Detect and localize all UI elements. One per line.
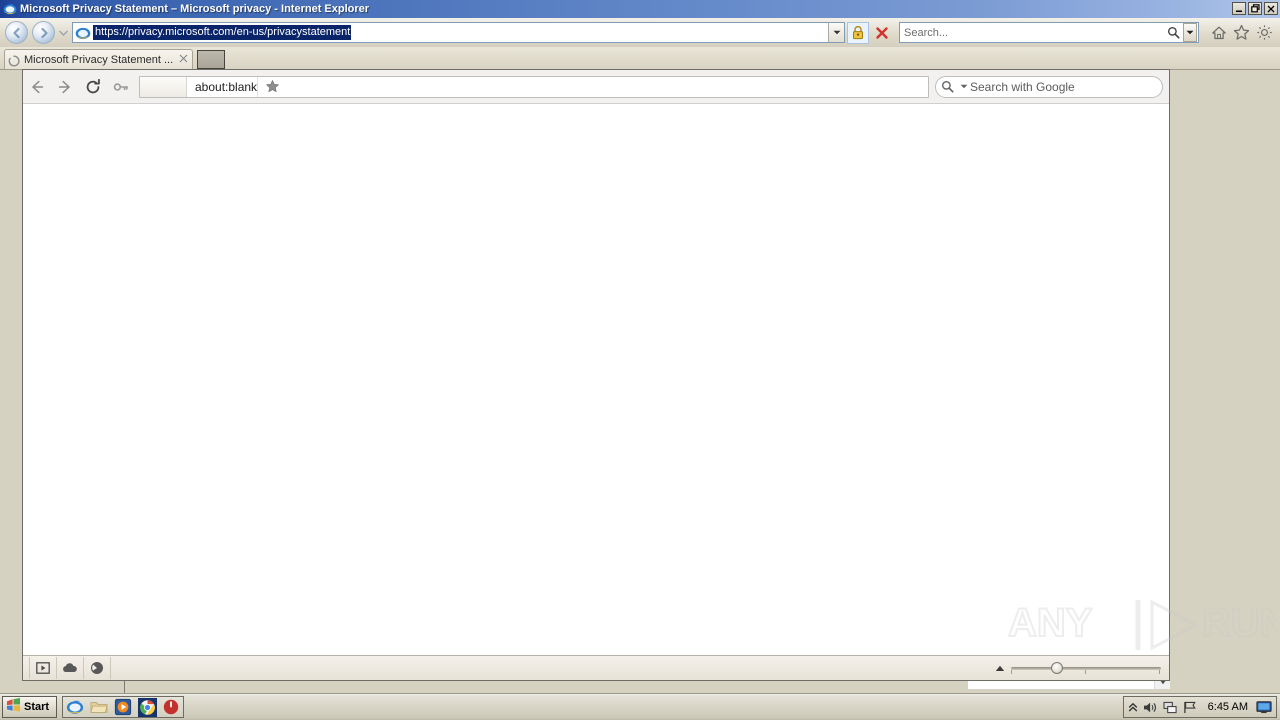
forward-arrow-icon[interactable] <box>51 73 79 101</box>
ie-url-text: https://privacy.microsoft.com/en-us/priv… <box>93 25 352 40</box>
zoom-slider[interactable] <box>1011 659 1161 677</box>
magnifier-icon[interactable] <box>1163 26 1183 39</box>
chrome-search-widget[interactable]: Search with Google <box>935 75 1163 98</box>
minimize-icon[interactable] <box>1232 2 1246 15</box>
speaker-icon[interactable] <box>1143 701 1158 714</box>
chevron-down-icon[interactable] <box>958 84 970 89</box>
start-label: Start <box>24 701 50 713</box>
stop-x-icon[interactable] <box>871 22 893 44</box>
reload-icon[interactable] <box>79 73 107 101</box>
zoom-slider-knob[interactable] <box>1051 662 1063 674</box>
quick-launch-bar <box>62 696 185 718</box>
back-arrow-icon[interactable] <box>5 21 28 44</box>
ie-tab-label: Microsoft Privacy Statement ... <box>24 53 174 66</box>
windows-taskbar: Start 6:45 AM <box>0 693 1280 720</box>
internet-explorer-window: Microsoft Privacy Statement – Microsoft … <box>0 0 1280 694</box>
chrome-toolbar: about:blank Search with Google <box>23 70 1169 104</box>
chrome-status-bar <box>23 655 1169 680</box>
ie-window-controls <box>1232 2 1278 15</box>
play-box-icon[interactable] <box>29 657 57 679</box>
ie-search-dropdown-icon[interactable] <box>1183 23 1197 42</box>
windows-flag-icon <box>6 697 21 717</box>
shutdown-power-icon[interactable] <box>159 697 183 717</box>
ie-tab-strip: Microsoft Privacy Statement ... <box>0 47 1280 70</box>
chrome-page-content <box>23 104 1169 654</box>
tools-gear-icon[interactable] <box>1253 21 1276 44</box>
screen-root: Microsoft Privacy Statement – Microsoft … <box>0 0 1280 720</box>
chrome-url-text: about:blank <box>195 79 258 94</box>
tray-clock[interactable]: 6:45 AM <box>1208 701 1248 713</box>
chrome-search-input[interactable]: Search with Google <box>970 80 1075 94</box>
close-icon[interactable] <box>1264 2 1278 15</box>
page-action-box <box>140 76 187 97</box>
flag-icon[interactable] <box>1183 701 1197 714</box>
zoom-slider-track <box>1011 667 1161 670</box>
ie-new-tab-button[interactable] <box>197 50 226 69</box>
triangle-up-icon[interactable] <box>989 665 1011 672</box>
close-icon[interactable] <box>179 54 188 66</box>
restore-icon[interactable] <box>1248 2 1262 15</box>
internet-explorer-icon[interactable] <box>63 697 87 717</box>
network-icon[interactable] <box>1163 701 1178 714</box>
folder-icon[interactable] <box>87 697 111 717</box>
ie-search-input[interactable]: Search... <box>900 27 1163 39</box>
loading-spinner-icon <box>8 54 20 66</box>
chrome-address-bar[interactable]: about:blank <box>139 75 929 98</box>
speedometer-icon[interactable] <box>84 657 111 679</box>
bookmark-star-icon[interactable] <box>257 76 286 97</box>
home-icon[interactable] <box>1207 21 1230 44</box>
cloud-icon[interactable] <box>57 657 84 679</box>
ie-tab[interactable]: Microsoft Privacy Statement ... <box>4 49 194 69</box>
ie-address-bar[interactable]: https://privacy.microsoft.com/en-us/priv… <box>72 22 828 43</box>
ie-address-toolbar: https://privacy.microsoft.com/en-us/priv… <box>0 18 1280 47</box>
chrome-browser-window: about:blank Search with Google <box>22 69 1170 681</box>
ie-title-bar[interactable]: Microsoft Privacy Statement – Microsoft … <box>0 0 1280 18</box>
double-chevron-up-icon[interactable] <box>1128 701 1138 713</box>
ie-command-icons <box>1207 21 1276 44</box>
ie-address-dropdown-icon[interactable] <box>828 22 845 43</box>
magnifier-icon <box>936 80 958 93</box>
internet-explorer-icon <box>75 25 91 41</box>
ie-title-text: Microsoft Privacy Statement – Microsoft … <box>20 3 370 15</box>
show-desktop-icon[interactable] <box>1256 700 1272 714</box>
google-chrome-icon[interactable] <box>135 697 159 717</box>
forward-arrow-icon[interactable] <box>32 21 55 44</box>
back-arrow-icon[interactable] <box>23 73 51 101</box>
internet-explorer-icon <box>3 2 17 16</box>
chevron-down-icon[interactable] <box>57 23 69 43</box>
svg-text:RUN: RUN <box>1202 601 1276 645</box>
media-player-icon[interactable] <box>111 697 135 717</box>
key-icon[interactable] <box>107 73 135 101</box>
ie-search-box[interactable]: Search... <box>899 22 1199 43</box>
favorites-star-icon[interactable] <box>1230 21 1253 44</box>
start-button[interactable]: Start <box>2 696 58 718</box>
lock-icon[interactable] <box>847 21 869 44</box>
system-tray: 6:45 AM <box>1122 696 1277 718</box>
